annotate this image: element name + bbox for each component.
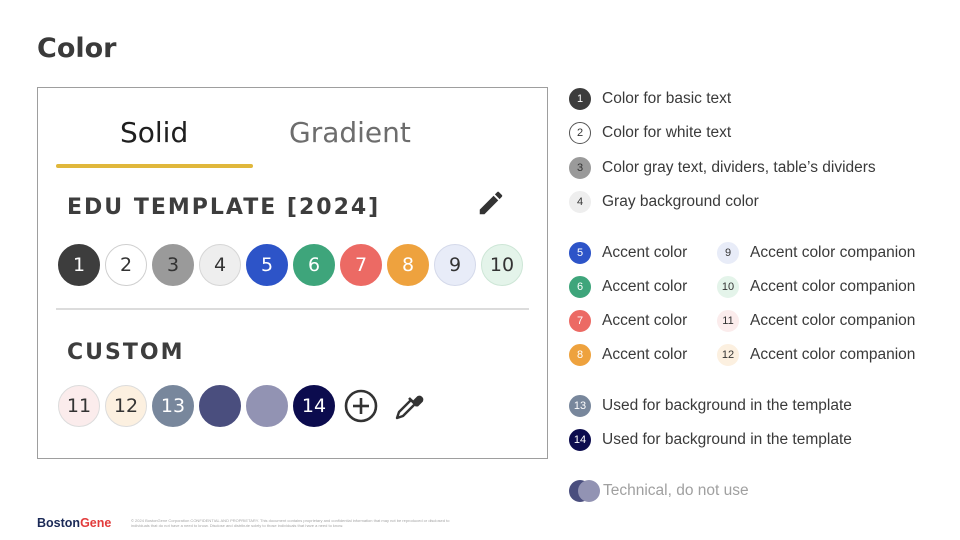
color-swatch-edu[interactable]: 9 bbox=[434, 244, 476, 286]
swatch-label: 9 bbox=[448, 254, 462, 276]
swatch-label: 5 bbox=[260, 254, 274, 276]
brand-logo: BostonGene bbox=[37, 516, 111, 530]
confidentiality-notice: © 2024 BostonGene Corporation CONFIDENTI… bbox=[131, 518, 450, 528]
brand-name-part1: Boston bbox=[37, 516, 81, 530]
color-swatch-custom[interactable]: 11 bbox=[58, 385, 100, 427]
color-swatch-edu[interactable]: 7 bbox=[340, 244, 382, 286]
page-title: Color bbox=[37, 33, 117, 64]
legend-item: 1 Color for basic text bbox=[569, 88, 731, 110]
color-swatch-edu[interactable]: 1 bbox=[58, 244, 100, 286]
legend-number-badge: 3 bbox=[569, 157, 591, 179]
legend-item: 5 Accent color bbox=[569, 242, 687, 264]
legend-label: Accent color companion bbox=[750, 312, 916, 329]
active-tab-indicator bbox=[56, 164, 253, 168]
color-swatch-custom[interactable]: 12 bbox=[105, 385, 147, 427]
tab-gradient[interactable]: Gradient bbox=[289, 116, 411, 149]
legend-item: 4 Gray background color bbox=[569, 191, 759, 213]
brand-name-part2: Gene bbox=[80, 516, 112, 530]
legend-label: Accent color bbox=[602, 278, 688, 295]
swatch-label: 8 bbox=[401, 254, 415, 276]
edu-template-title: EDU TEMPLATE [2024] bbox=[67, 195, 381, 220]
legend-number-badge: 2 bbox=[569, 122, 591, 144]
legend-label: Accent color bbox=[602, 312, 688, 329]
legend-label: Gray background color bbox=[602, 193, 759, 210]
color-swatch-edu[interactable]: 3 bbox=[152, 244, 194, 286]
color-swatch-edu[interactable]: 5 bbox=[246, 244, 288, 286]
legend-label: Used for background in the template bbox=[602, 397, 852, 414]
legend-number-badge: 7 bbox=[569, 310, 591, 332]
legend-label: Color for basic text bbox=[602, 90, 732, 107]
swatch-label: 7 bbox=[354, 254, 368, 276]
legend-number-badge: 4 bbox=[569, 191, 591, 213]
legend-label: Color for white text bbox=[602, 124, 732, 141]
legend-item: 2 Color for white text bbox=[569, 122, 731, 144]
color-swatch-edu[interactable]: 10 bbox=[481, 244, 523, 286]
swatch-label: 1 bbox=[72, 254, 86, 276]
swatch-label: 12 bbox=[113, 395, 139, 417]
legend-label: Color gray text, dividers, table’s divid… bbox=[602, 159, 876, 176]
legend-item: 10 Accent color companion bbox=[717, 276, 915, 298]
custom-section-title: CUSTOM bbox=[67, 340, 185, 365]
legend-number-badge: 9 bbox=[717, 242, 739, 264]
swatch-label: 13 bbox=[160, 395, 186, 417]
color-swatch-custom[interactable]: 13 bbox=[152, 385, 194, 427]
color-swatch-edu[interactable]: 4 bbox=[199, 244, 241, 286]
technical-color-dots bbox=[569, 480, 603, 502]
color-swatch-custom[interactable]: 14 bbox=[293, 385, 335, 427]
swatch-label: 11 bbox=[66, 395, 92, 417]
color-swatch-custom[interactable] bbox=[199, 385, 241, 427]
legend-item: 14 Used for background in the template bbox=[569, 429, 852, 451]
legend-item: 11 Accent color companion bbox=[717, 310, 915, 332]
swatch-label: 3 bbox=[166, 254, 180, 276]
legend-label: Accent color companion bbox=[750, 346, 916, 363]
technical-label: Technical, do not use bbox=[603, 482, 749, 499]
swatch-label: 14 bbox=[301, 395, 327, 417]
section-divider bbox=[56, 308, 529, 310]
pencil-icon[interactable] bbox=[476, 188, 506, 218]
legend-item: 9 Accent color companion bbox=[717, 242, 915, 264]
legend-item: 7 Accent color bbox=[569, 310, 687, 332]
legend-number-badge: 8 bbox=[569, 344, 591, 366]
color-swatch-edu[interactable]: 2 bbox=[105, 244, 147, 286]
legend-technical: Technical, do not use bbox=[569, 480, 749, 502]
eyedropper-icon[interactable] bbox=[391, 388, 427, 424]
legend-label: Used for background in the template bbox=[602, 431, 852, 448]
legend-number-badge: 11 bbox=[717, 310, 739, 332]
legend-item: 13 Used for background in the template bbox=[569, 395, 852, 417]
legend-item: 8 Accent color bbox=[569, 344, 687, 366]
legend-number-badge: 10 bbox=[717, 276, 739, 298]
legend-number-badge: 6 bbox=[569, 276, 591, 298]
legend-label: Accent color bbox=[602, 244, 688, 261]
tab-solid[interactable]: Solid bbox=[120, 116, 188, 149]
legend-number-badge: 12 bbox=[717, 344, 739, 366]
swatch-label: 10 bbox=[489, 254, 515, 276]
legend-number-badge: 13 bbox=[569, 395, 591, 417]
color-swatch-custom[interactable] bbox=[246, 385, 288, 427]
legend-number-badge: 14 bbox=[569, 429, 591, 451]
legend-item: 3 Color gray text, dividers, table’s divi… bbox=[569, 157, 876, 179]
color-picker-panel: Solid Gradient EDU TEMPLATE [2024] 12345… bbox=[37, 87, 548, 459]
color-swatch-edu[interactable]: 8 bbox=[387, 244, 429, 286]
legend-label: Accent color companion bbox=[750, 278, 916, 295]
legend-label: Accent color companion bbox=[750, 244, 916, 261]
swatch-label: 2 bbox=[119, 254, 133, 276]
swatch-label: 4 bbox=[213, 254, 227, 276]
legend-number-badge: 1 bbox=[569, 88, 591, 110]
technical-dot-light bbox=[578, 480, 600, 502]
color-swatch-edu[interactable]: 6 bbox=[293, 244, 335, 286]
legend-item: 12 Accent color companion bbox=[717, 344, 915, 366]
plus-circle-icon[interactable] bbox=[343, 388, 379, 424]
legend-item: 6 Accent color bbox=[569, 276, 687, 298]
legend-label: Accent color bbox=[602, 346, 688, 363]
legend-number-badge: 5 bbox=[569, 242, 591, 264]
swatch-label: 6 bbox=[307, 254, 321, 276]
